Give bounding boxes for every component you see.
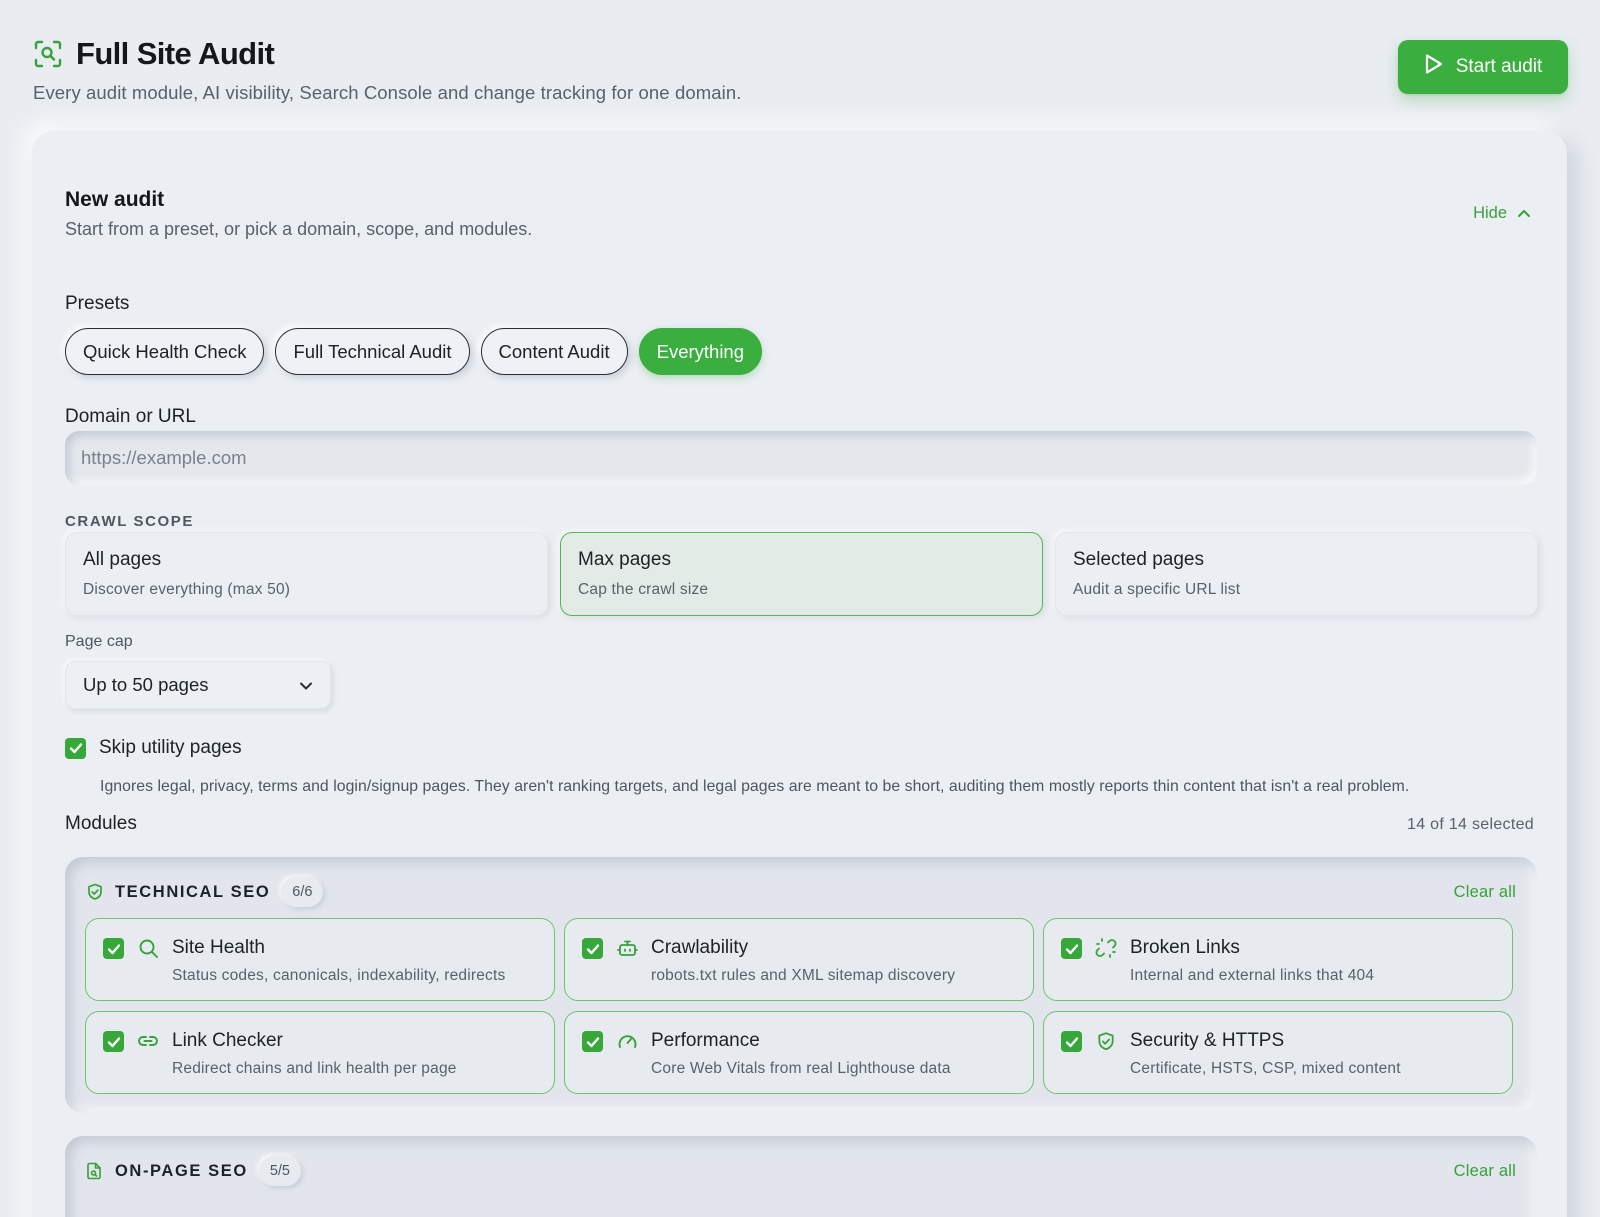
scope-option-all-pages[interactable]: All pages Discover everything (max 50) <box>65 532 548 616</box>
scope-title: Selected pages <box>1073 549 1204 570</box>
page-cap-label: Page cap <box>65 633 133 650</box>
start-audit-label: Start audit <box>1455 56 1543 77</box>
skip-utility-desc: Ignores legal, privacy, terms and login/… <box>100 778 1410 795</box>
presets-label: Presets <box>65 293 130 314</box>
shield-check-icon <box>1095 1030 1117 1052</box>
module-name: Security & HTTPS <box>1130 1030 1285 1051</box>
module-name: Broken Links <box>1130 937 1240 958</box>
module-name: Link Checker <box>172 1030 283 1051</box>
new-audit-subtitle: Start from a preset, or pick a domain, s… <box>65 219 533 239</box>
scope-title: Max pages <box>578 549 671 570</box>
hide-label: Hide <box>1473 204 1507 222</box>
page-subtitle: Every audit module, AI visibility, Searc… <box>33 82 742 103</box>
broken-link-icon <box>1095 937 1117 959</box>
scope-desc: Audit a specific URL list <box>1073 581 1241 598</box>
modules-label: Modules <box>65 813 137 834</box>
skip-utility-checkbox[interactable] <box>65 737 86 759</box>
group-title: ON-PAGE SEO <box>115 1161 248 1180</box>
domain-label: Domain or URL <box>65 406 196 427</box>
module-name: Site Health <box>172 937 265 958</box>
domain-input[interactable] <box>65 431 1537 485</box>
module-checkbox[interactable] <box>103 938 124 959</box>
module-checkbox[interactable] <box>582 1031 603 1052</box>
module-group-technical-seo: TECHNICAL SEO 6/6 Clear all Site Health … <box>65 857 1537 1113</box>
module-checkbox[interactable] <box>582 938 603 959</box>
start-audit-button[interactable]: Start audit <box>1398 40 1568 94</box>
module-desc: Certificate, HSTS, CSP, mixed content <box>1130 1060 1401 1077</box>
preset-everything[interactable]: Everything <box>638 328 763 375</box>
module-desc: Internal and external links that 404 <box>1130 967 1375 984</box>
group-header: TECHNICAL SEO 6/6 Clear all <box>86 877 1516 907</box>
group-count-badge: 6/6 <box>281 877 324 907</box>
page-header: Full Site Audit Every audit module, AI v… <box>33 36 1568 106</box>
check-icon <box>69 743 82 754</box>
clear-all-button[interactable]: Clear all <box>1454 883 1516 902</box>
crawl-scope-options: All pages Discover everything (max 50) M… <box>65 532 1538 616</box>
new-audit-title: New audit <box>65 188 165 211</box>
module-desc: robots.txt rules and XML sitemap discove… <box>651 967 956 984</box>
scope-title: All pages <box>83 549 162 570</box>
document-icon <box>86 1162 104 1180</box>
robot-icon <box>616 937 638 959</box>
scope-option-selected-pages[interactable]: Selected pages Audit a specific URL list <box>1055 532 1538 616</box>
module-link-checker[interactable]: Link Checker Redirect chains and link he… <box>85 1011 555 1094</box>
link-icon <box>137 1030 159 1052</box>
group-header: ON-PAGE SEO 5/5 Clear all <box>86 1156 1516 1186</box>
scan-search-icon <box>33 39 63 69</box>
module-checkbox[interactable] <box>1061 938 1082 959</box>
module-site-health[interactable]: Site Health Status codes, canonicals, in… <box>85 918 555 1001</box>
module-performance[interactable]: Performance Core Web Vitals from real Li… <box>564 1011 1034 1094</box>
group-count-badge: 5/5 <box>258 1156 301 1186</box>
page-cap-value: Up to 50 pages <box>83 674 209 695</box>
module-group-on-page-seo: ON-PAGE SEO 5/5 Clear all <box>65 1136 1537 1217</box>
group-title: TECHNICAL SEO <box>115 882 271 901</box>
search-icon <box>137 937 159 959</box>
scope-option-max-pages[interactable]: Max pages Cap the crawl size <box>560 532 1043 616</box>
page-title: Full Site Audit <box>76 36 275 71</box>
new-audit-card: New audit Start from a preset, or pick a… <box>32 131 1567 1217</box>
preset-full-technical-audit[interactable]: Full Technical Audit <box>275 328 470 375</box>
skip-utility-row: Skip utility pages <box>65 737 242 759</box>
shield-check-icon <box>86 883 104 901</box>
module-name: Crawlability <box>651 937 749 958</box>
scope-desc: Discover everything (max 50) <box>83 581 291 598</box>
module-desc: Redirect chains and link health per page <box>172 1060 457 1077</box>
module-security-https[interactable]: Security & HTTPS Certificate, HSTS, CSP,… <box>1043 1011 1513 1094</box>
page-cap-select[interactable]: Up to 50 pages <box>65 661 331 709</box>
module-desc: Core Web Vitals from real Lighthouse dat… <box>651 1060 951 1077</box>
module-checkbox[interactable] <box>1061 1031 1082 1052</box>
module-crawlability[interactable]: Crawlability robots.txt rules and XML si… <box>564 918 1034 1001</box>
preset-content-audit[interactable]: Content Audit <box>480 328 628 375</box>
play-icon <box>1424 53 1444 81</box>
module-name: Performance <box>651 1030 760 1051</box>
hide-toggle[interactable]: Hide <box>1473 204 1531 223</box>
preset-quick-health-check[interactable]: Quick Health Check <box>65 328 265 375</box>
preset-list: Quick Health Check Full Technical Audit … <box>65 328 763 375</box>
clear-all-button[interactable]: Clear all <box>1454 1162 1516 1181</box>
module-broken-links[interactable]: Broken Links Internal and external links… <box>1043 918 1513 1001</box>
chevron-down-icon <box>299 674 313 696</box>
skip-utility-label: Skip utility pages <box>99 737 242 758</box>
gauge-icon <box>616 1030 638 1052</box>
scope-desc: Cap the crawl size <box>578 581 709 598</box>
module-grid: Site Health Status codes, canonicals, in… <box>85 918 1513 1094</box>
chevron-up-icon <box>1517 204 1531 223</box>
module-checkbox[interactable] <box>103 1031 124 1052</box>
modules-count: 14 of 14 selected <box>1407 816 1534 833</box>
crawl-scope-label: CRAWL SCOPE <box>65 513 195 530</box>
module-desc: Status codes, canonicals, indexability, … <box>172 967 506 984</box>
